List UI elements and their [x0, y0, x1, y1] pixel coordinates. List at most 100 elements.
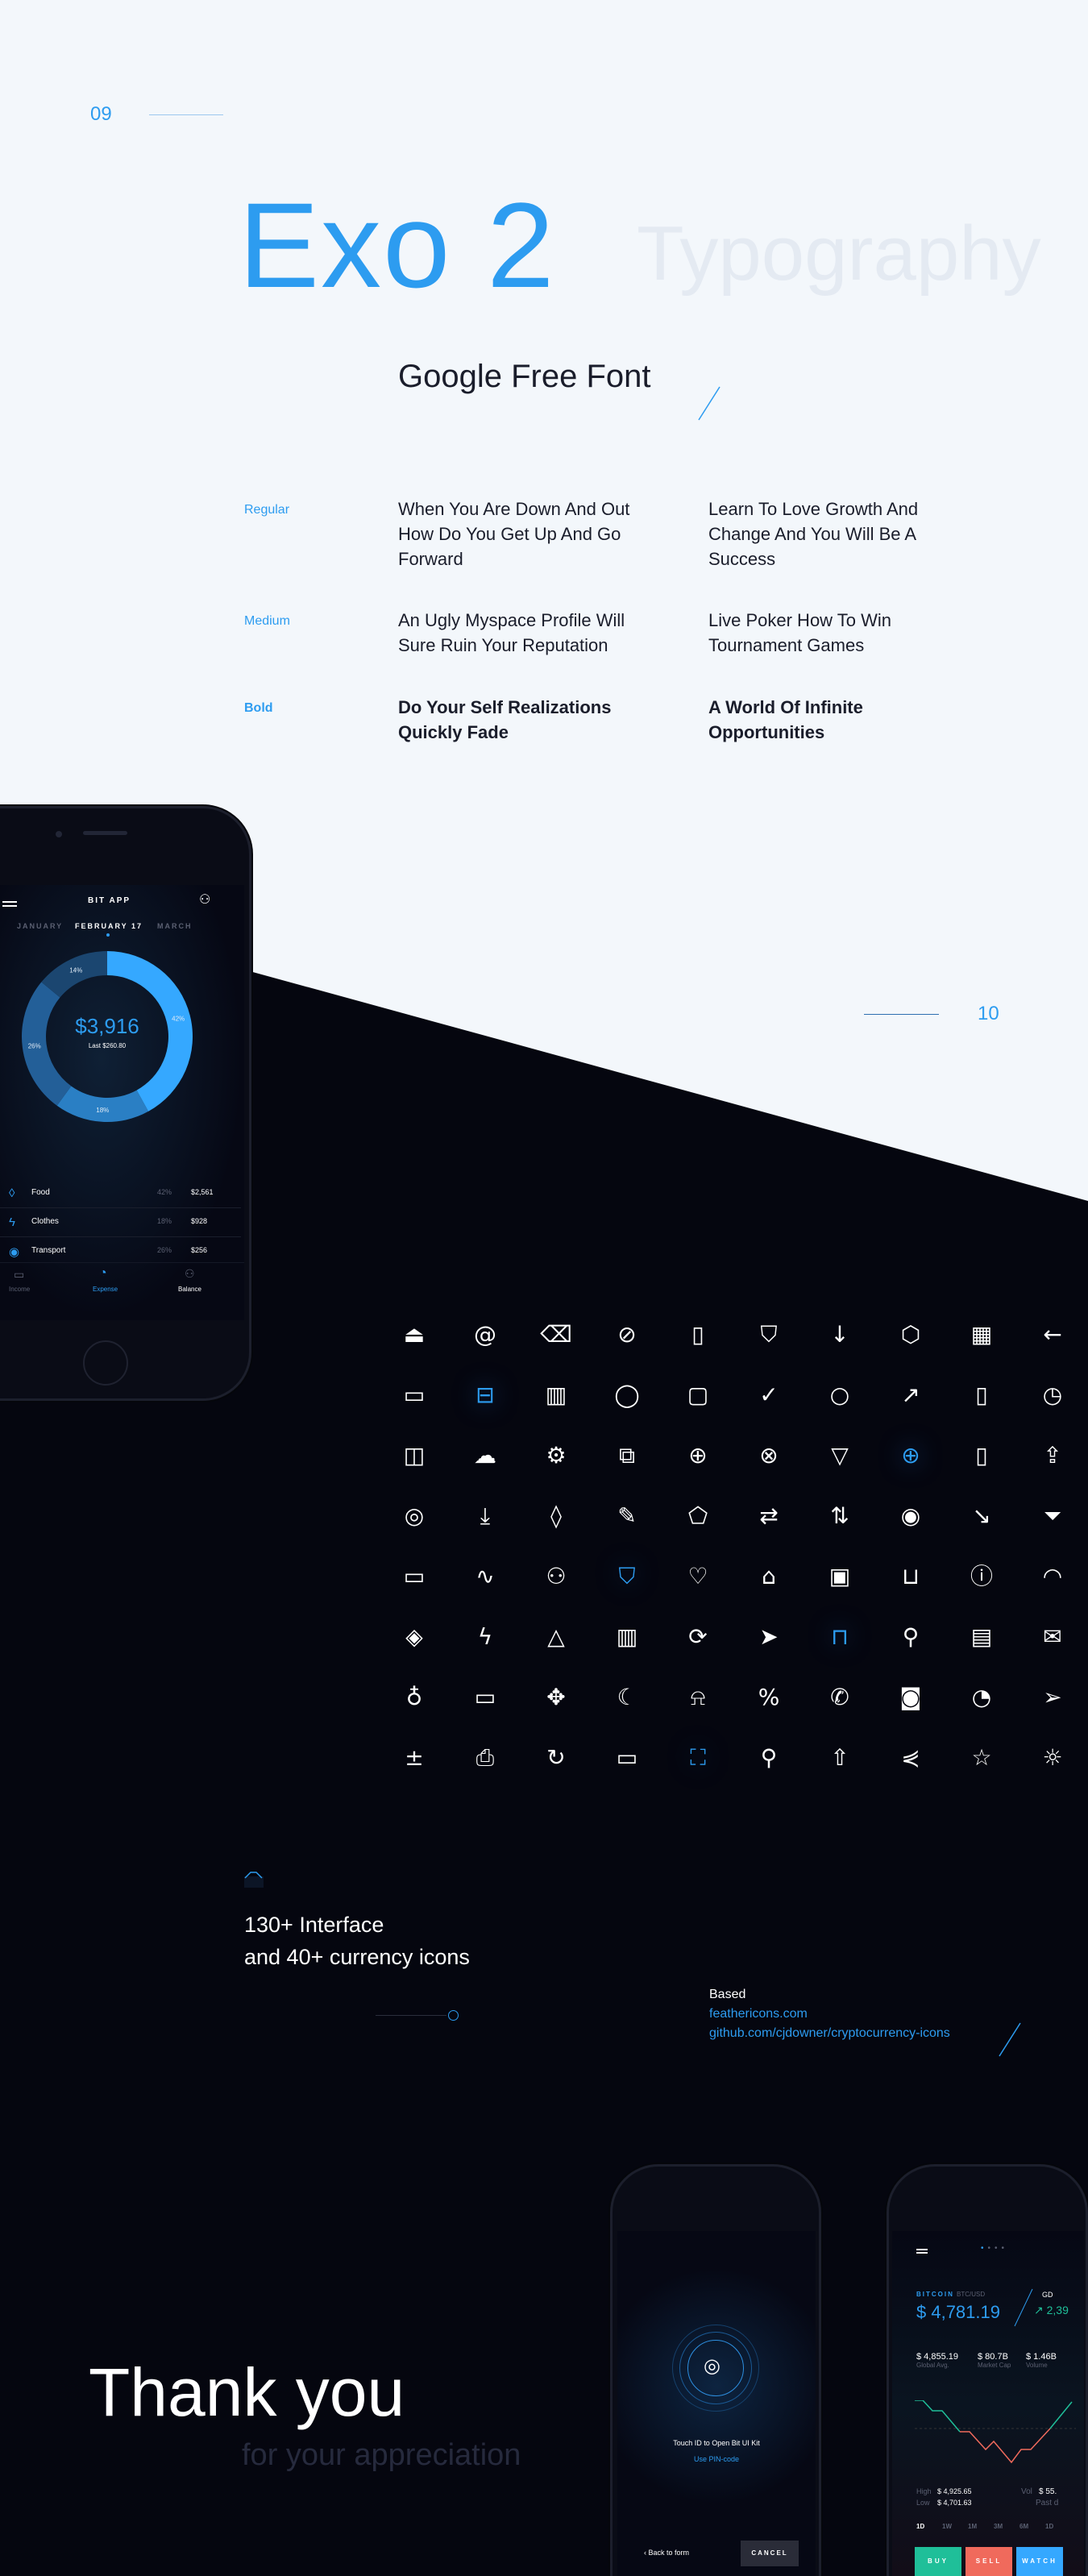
printer-icon[interactable]: ⎙: [469, 1742, 501, 1774]
edit-icon[interactable]: ✎: [611, 1500, 643, 1532]
range-tab[interactable]: 1D: [916, 2523, 924, 2530]
clock-icon[interactable]: ◷: [1036, 1379, 1069, 1411]
delete-icon[interactable]: ⌫: [540, 1319, 572, 1351]
camera-icon[interactable]: ◙: [895, 1681, 927, 1714]
message-circle-icon[interactable]: ◯: [611, 1379, 643, 1411]
expense-row[interactable]: ϟ Clothes 18% $928: [0, 1212, 244, 1241]
book-icon[interactable]: ▯: [682, 1319, 714, 1351]
arrow-down-icon[interactable]: ↓: [824, 1319, 856, 1351]
nav-balance[interactable]: Balance: [178, 1286, 201, 1293]
upload-icon[interactable]: ⇪: [1036, 1440, 1069, 1472]
nav-expense[interactable]: Expense: [93, 1286, 118, 1293]
thumbs-down-icon[interactable]: ▽: [824, 1440, 856, 1472]
bell-icon[interactable]: ⍾: [682, 1681, 714, 1714]
monitor-icon[interactable]: ▭: [469, 1681, 501, 1714]
activity-icon[interactable]: ∿: [469, 1560, 501, 1593]
phone-icon[interactable]: ✆: [824, 1681, 856, 1714]
back-to-form-button[interactable]: ‹ Back to form: [644, 2549, 689, 2557]
heart-icon[interactable]: ♡: [682, 1560, 714, 1593]
tag-icon[interactable]: ⬠: [682, 1500, 714, 1532]
sell-button[interactable]: SELL: [965, 2547, 1012, 2576]
droplet-icon[interactable]: ◊: [540, 1500, 572, 1532]
repeat-icon[interactable]: ⇄: [753, 1500, 785, 1532]
circle-icon[interactable]: ○: [824, 1379, 856, 1411]
globe-icon[interactable]: ⊕: [895, 1440, 927, 1472]
share-2-icon[interactable]: ⋞: [895, 1742, 927, 1774]
trending-up-icon[interactable]: ↗: [895, 1379, 927, 1411]
lock-icon[interactable]: ⊓: [824, 1621, 856, 1653]
map-pin-icon[interactable]: ⚲: [895, 1621, 927, 1653]
bar-chart-icon[interactable]: ▥: [540, 1379, 572, 1411]
navigation-icon[interactable]: ➤: [753, 1621, 785, 1653]
file-icon[interactable]: ▯: [965, 1440, 998, 1472]
cryptocurrency-icons-link[interactable]: github.com/cjdowner/cryptocurrency-icons: [709, 2026, 950, 2041]
month-tab[interactable]: JANUARY: [17, 922, 63, 930]
trending-down-icon[interactable]: ↘: [965, 1500, 998, 1532]
feathericons-link[interactable]: feathericons.com: [709, 2007, 808, 2021]
mail-icon[interactable]: ✉: [1036, 1621, 1069, 1653]
maximize-icon[interactable]: ⛶: [682, 1742, 714, 1774]
refresh-icon[interactable]: ⟳: [682, 1621, 714, 1653]
briefcase-icon[interactable]: ⊟: [469, 1379, 501, 1411]
buy-button[interactable]: BUY: [915, 2547, 961, 2576]
nav-income[interactable]: Income: [9, 1286, 30, 1293]
download-icon[interactable]: ⤓: [469, 1500, 501, 1532]
expense-row[interactable]: ◉ Transport 26% $256: [0, 1241, 244, 1270]
home-button[interactable]: [83, 1340, 128, 1386]
use-pin-link[interactable]: Use PIN-code: [617, 2455, 816, 2463]
expense-row[interactable]: ◊ Food 42% $2,561: [0, 1183, 244, 1212]
mic-icon[interactable]: ♁: [398, 1681, 430, 1714]
airplay-icon[interactable]: ⏏: [398, 1319, 430, 1351]
range-tab[interactable]: 1W: [942, 2523, 952, 2530]
users-icon[interactable]: ⚇: [540, 1560, 572, 1593]
arrow-up-down-icon[interactable]: ⇅: [824, 1500, 856, 1532]
x-circle-icon[interactable]: ⊗: [753, 1440, 785, 1472]
cancel-button[interactable]: CANCEL: [741, 2541, 799, 2566]
info-icon[interactable]: ⓘ: [965, 1560, 998, 1593]
image-icon[interactable]: ▣: [824, 1560, 856, 1593]
inbox-icon[interactable]: ⊔: [895, 1560, 927, 1593]
arrow-left-icon[interactable]: ←: [1036, 1319, 1069, 1351]
range-tab[interactable]: 3M: [994, 2523, 1003, 2530]
shield-icon[interactable]: ⛉: [611, 1560, 643, 1593]
box-icon[interactable]: ⬡: [895, 1319, 927, 1351]
menu-icon[interactable]: [916, 2249, 928, 2250]
trash-icon[interactable]: ▥: [611, 1621, 643, 1653]
message-square-icon[interactable]: ▢: [682, 1379, 714, 1411]
send-icon[interactable]: ➢: [1036, 1681, 1069, 1714]
rotate-cw-icon[interactable]: ↻: [540, 1742, 572, 1774]
share-icon[interactable]: ⇧: [824, 1742, 856, 1774]
plus-minus-icon[interactable]: ±: [398, 1742, 430, 1774]
moon-icon[interactable]: ☾: [611, 1681, 643, 1714]
pie-chart-icon[interactable]: ◔: [965, 1681, 998, 1714]
bookmark-icon[interactable]: ⛉: [753, 1319, 785, 1351]
eye-icon[interactable]: ◉: [895, 1500, 927, 1532]
user-icon[interactable]: ⚇: [199, 891, 210, 908]
filter-icon[interactable]: ⏷: [1036, 1500, 1069, 1532]
slash-icon[interactable]: ⊘: [611, 1319, 643, 1351]
range-tab[interactable]: 1M: [968, 2523, 977, 2530]
watch-button[interactable]: WATCH: [1016, 2547, 1063, 2576]
cloud-icon[interactable]: ☁: [469, 1440, 501, 1472]
thumbs-up-icon[interactable]: △: [540, 1621, 572, 1653]
tablet-icon[interactable]: ▭: [611, 1742, 643, 1774]
check-icon[interactable]: ✓: [753, 1379, 785, 1411]
home-icon[interactable]: ⌂: [753, 1560, 785, 1593]
map-icon[interactable]: ▤: [965, 1621, 998, 1653]
range-tab[interactable]: 6M: [1019, 2523, 1028, 2530]
at-sign-icon[interactable]: @: [469, 1319, 501, 1351]
star-icon[interactable]: ☆: [965, 1742, 998, 1774]
percent-icon[interactable]: %: [753, 1681, 785, 1714]
crosshair-icon[interactable]: ⊕: [682, 1440, 714, 1472]
menu-icon[interactable]: [2, 901, 17, 903]
settings-icon[interactable]: ⚙: [540, 1440, 572, 1472]
calendar-icon[interactable]: ▦: [965, 1319, 998, 1351]
month-tab[interactable]: MARCH: [157, 922, 193, 930]
sun-icon[interactable]: ☼: [1036, 1742, 1069, 1774]
wifi-icon[interactable]: ◠: [1036, 1560, 1069, 1593]
life-buoy-icon[interactable]: ◎: [398, 1500, 430, 1532]
page-dots[interactable]: ••••: [981, 2244, 1008, 2253]
zap-icon[interactable]: ϟ: [469, 1621, 501, 1653]
month-tab-active[interactable]: FEBRUARY 17: [75, 922, 143, 930]
fingerprint-icon[interactable]: ◎: [704, 2354, 720, 2378]
